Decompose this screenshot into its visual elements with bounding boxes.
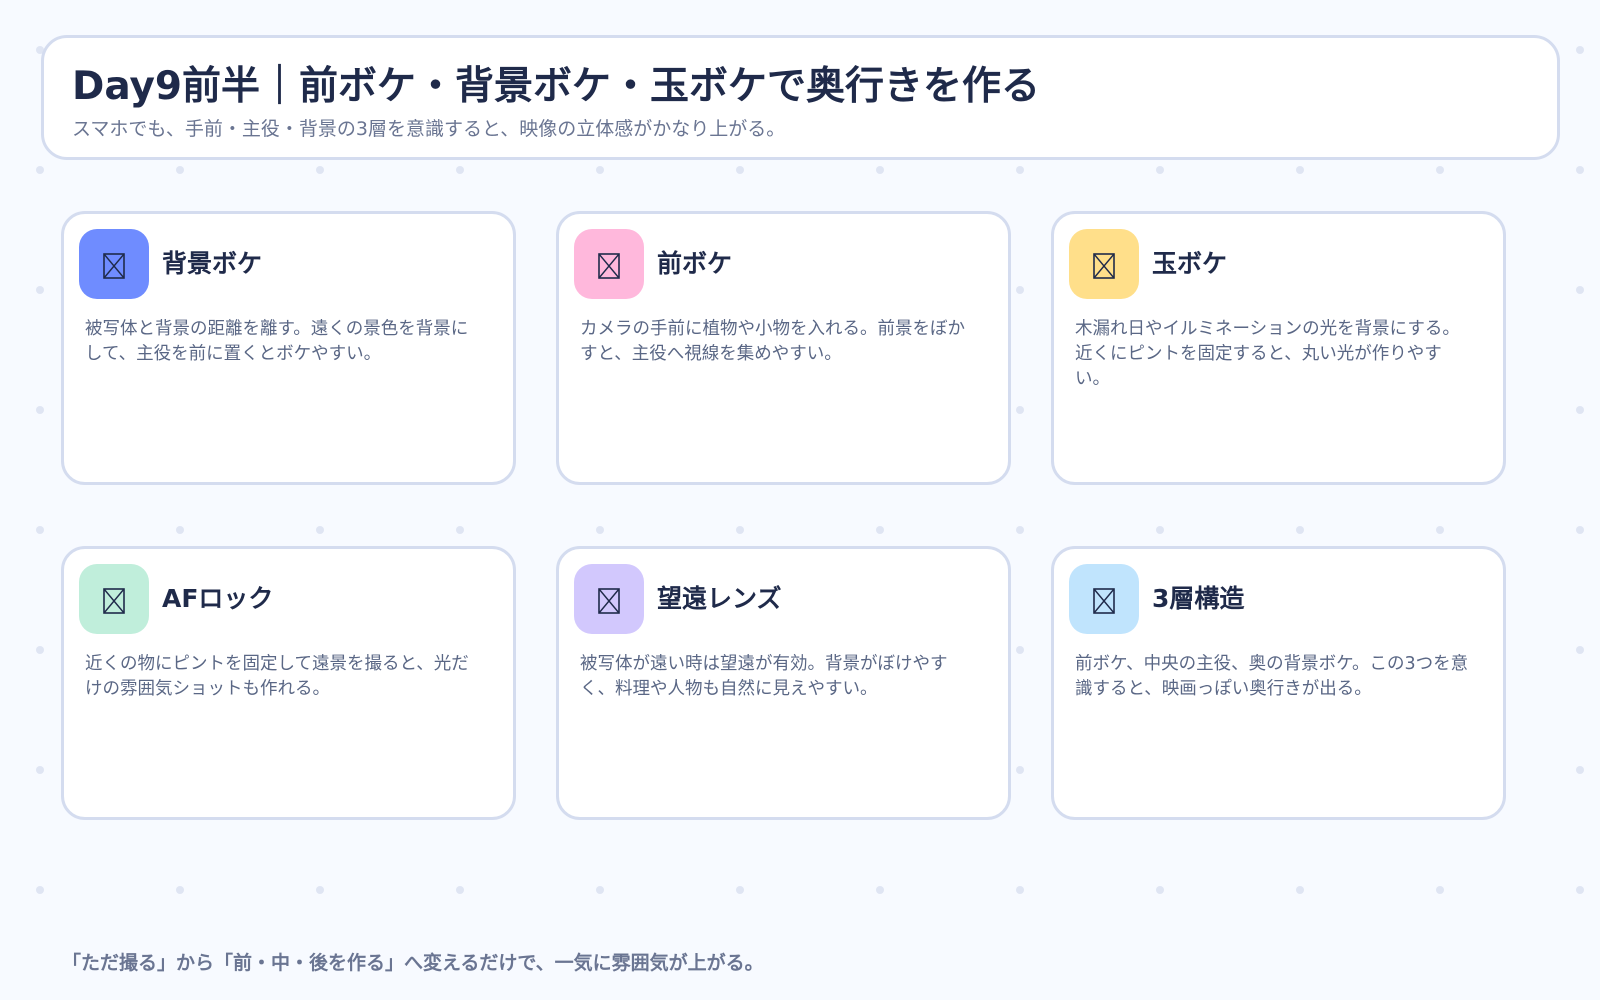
grid-dot — [456, 526, 464, 534]
grid-dot — [1156, 166, 1164, 174]
grid-dot — [1436, 166, 1444, 174]
grid-dot — [316, 886, 324, 894]
grid-dot — [1296, 886, 1304, 894]
card-foreground-bokeh: 前ボケ カメラの手前に植物や小物を入れる。前景をぼかすと、主役へ視線を集めやすい… — [556, 211, 1011, 485]
card-description: 近くの物にピントを固定して遠景を撮ると、光だけの雰囲気ショットも作れる。 — [85, 654, 469, 699]
image-placeholder-icon — [1069, 229, 1139, 299]
grid-dot — [1156, 886, 1164, 894]
grid-dot — [1576, 526, 1584, 534]
card-description: 被写体と背景の距離を離す。遠くの景色を背景にして、主役を前に置くとボケやすい。 — [85, 319, 469, 364]
grid-dot — [316, 166, 324, 174]
card-description: 木漏れ日やイルミネーションの光を背景にする。近くにピントを固定すると、丸い光が作… — [1075, 319, 1460, 389]
card-af-lock: AFロック 近くの物にピントを固定して遠景を撮ると、光だけの雰囲気ショットも作れ… — [61, 546, 516, 820]
grid-dot — [876, 526, 884, 534]
grid-dot — [1296, 526, 1304, 534]
card-title: 背景ボケ — [162, 249, 263, 278]
grid-dot — [456, 166, 464, 174]
grid-dot — [176, 526, 184, 534]
image-placeholder-icon — [574, 229, 644, 299]
grid-dot — [596, 166, 604, 174]
card-title: 前ボケ — [657, 249, 733, 278]
grid-dot — [176, 886, 184, 894]
card-title: AFロック — [162, 584, 274, 613]
grid-dot — [1016, 286, 1024, 294]
grid-dot — [36, 406, 44, 414]
grid-dot — [1436, 526, 1444, 534]
grid-dot — [736, 166, 744, 174]
grid-dot — [1436, 886, 1444, 894]
footer-tagline: 「ただ撮る」から「前・中・後を作る」へ変えるだけで、一気に雰囲気が上がる。 — [62, 952, 764, 974]
grid-dot — [456, 886, 464, 894]
grid-dot — [36, 886, 44, 894]
grid-dot — [876, 166, 884, 174]
grid-dot — [596, 886, 604, 894]
grid-dot — [1016, 166, 1024, 174]
card-description: 被写体が遠い時は望遠が有効。背景がぼけやすく、料理や人物も自然に見えやすい。 — [580, 654, 948, 699]
grid-dot — [1576, 286, 1584, 294]
grid-dot — [1576, 646, 1584, 654]
grid-dot — [1296, 166, 1304, 174]
card-title: 玉ボケ — [1152, 249, 1228, 278]
card-title: 望遠レンズ — [657, 584, 782, 613]
grid-dot — [1576, 46, 1584, 54]
page-subtitle: スマホでも、手前・主役・背景の3層を意識すると、映像の立体感がかなり上がる。 — [72, 118, 786, 141]
grid-dot — [316, 526, 324, 534]
grid-dot — [1576, 886, 1584, 894]
image-placeholder-icon — [1069, 564, 1139, 634]
grid-dot — [36, 646, 44, 654]
image-placeholder-icon — [574, 564, 644, 634]
grid-dot — [1576, 166, 1584, 174]
grid-dot — [736, 886, 744, 894]
grid-dot — [736, 526, 744, 534]
card-title: 3層構造 — [1152, 584, 1245, 613]
page-title: Day9前半｜前ボケ・背景ボケ・玉ボケで奥行きを作る — [72, 64, 1041, 109]
card-description: 前ボケ、中央の主役、奥の背景ボケ。この3つを意識すると、映画っぽい奥行きが出る。 — [1075, 654, 1469, 699]
grid-dot — [596, 526, 604, 534]
grid-dot — [36, 166, 44, 174]
grid-dot — [876, 886, 884, 894]
grid-dot — [1016, 766, 1024, 774]
header-panel: Day9前半｜前ボケ・背景ボケ・玉ボケで奥行きを作る スマホでも、手前・主役・背… — [41, 35, 1560, 160]
card-ball-bokeh: 玉ボケ 木漏れ日やイルミネーションの光を背景にする。近くにピントを固定すると、丸… — [1051, 211, 1506, 485]
grid-dot — [1016, 406, 1024, 414]
grid-dot — [1156, 526, 1164, 534]
card-background-bokeh: 背景ボケ 被写体と背景の距離を離す。遠くの景色を背景にして、主役を前に置くとボケ… — [61, 211, 516, 485]
grid-dot — [176, 166, 184, 174]
grid-dot — [36, 526, 44, 534]
grid-dot — [1016, 646, 1024, 654]
grid-dot — [1016, 526, 1024, 534]
grid-dot — [36, 766, 44, 774]
card-telephoto-lens: 望遠レンズ 被写体が遠い時は望遠が有効。背景がぼけやすく、料理や人物も自然に見え… — [556, 546, 1011, 820]
grid-dot — [36, 286, 44, 294]
grid-dot — [1016, 886, 1024, 894]
image-placeholder-icon — [79, 564, 149, 634]
image-placeholder-icon — [79, 229, 149, 299]
grid-dot — [1576, 406, 1584, 414]
card-description: カメラの手前に植物や小物を入れる。前景をぼかすと、主役へ視線を集めやすい。 — [580, 319, 965, 364]
grid-dot — [1576, 766, 1584, 774]
card-three-layer-structure: 3層構造 前ボケ、中央の主役、奥の背景ボケ。この3つを意識すると、映画っぽい奥行… — [1051, 546, 1506, 820]
